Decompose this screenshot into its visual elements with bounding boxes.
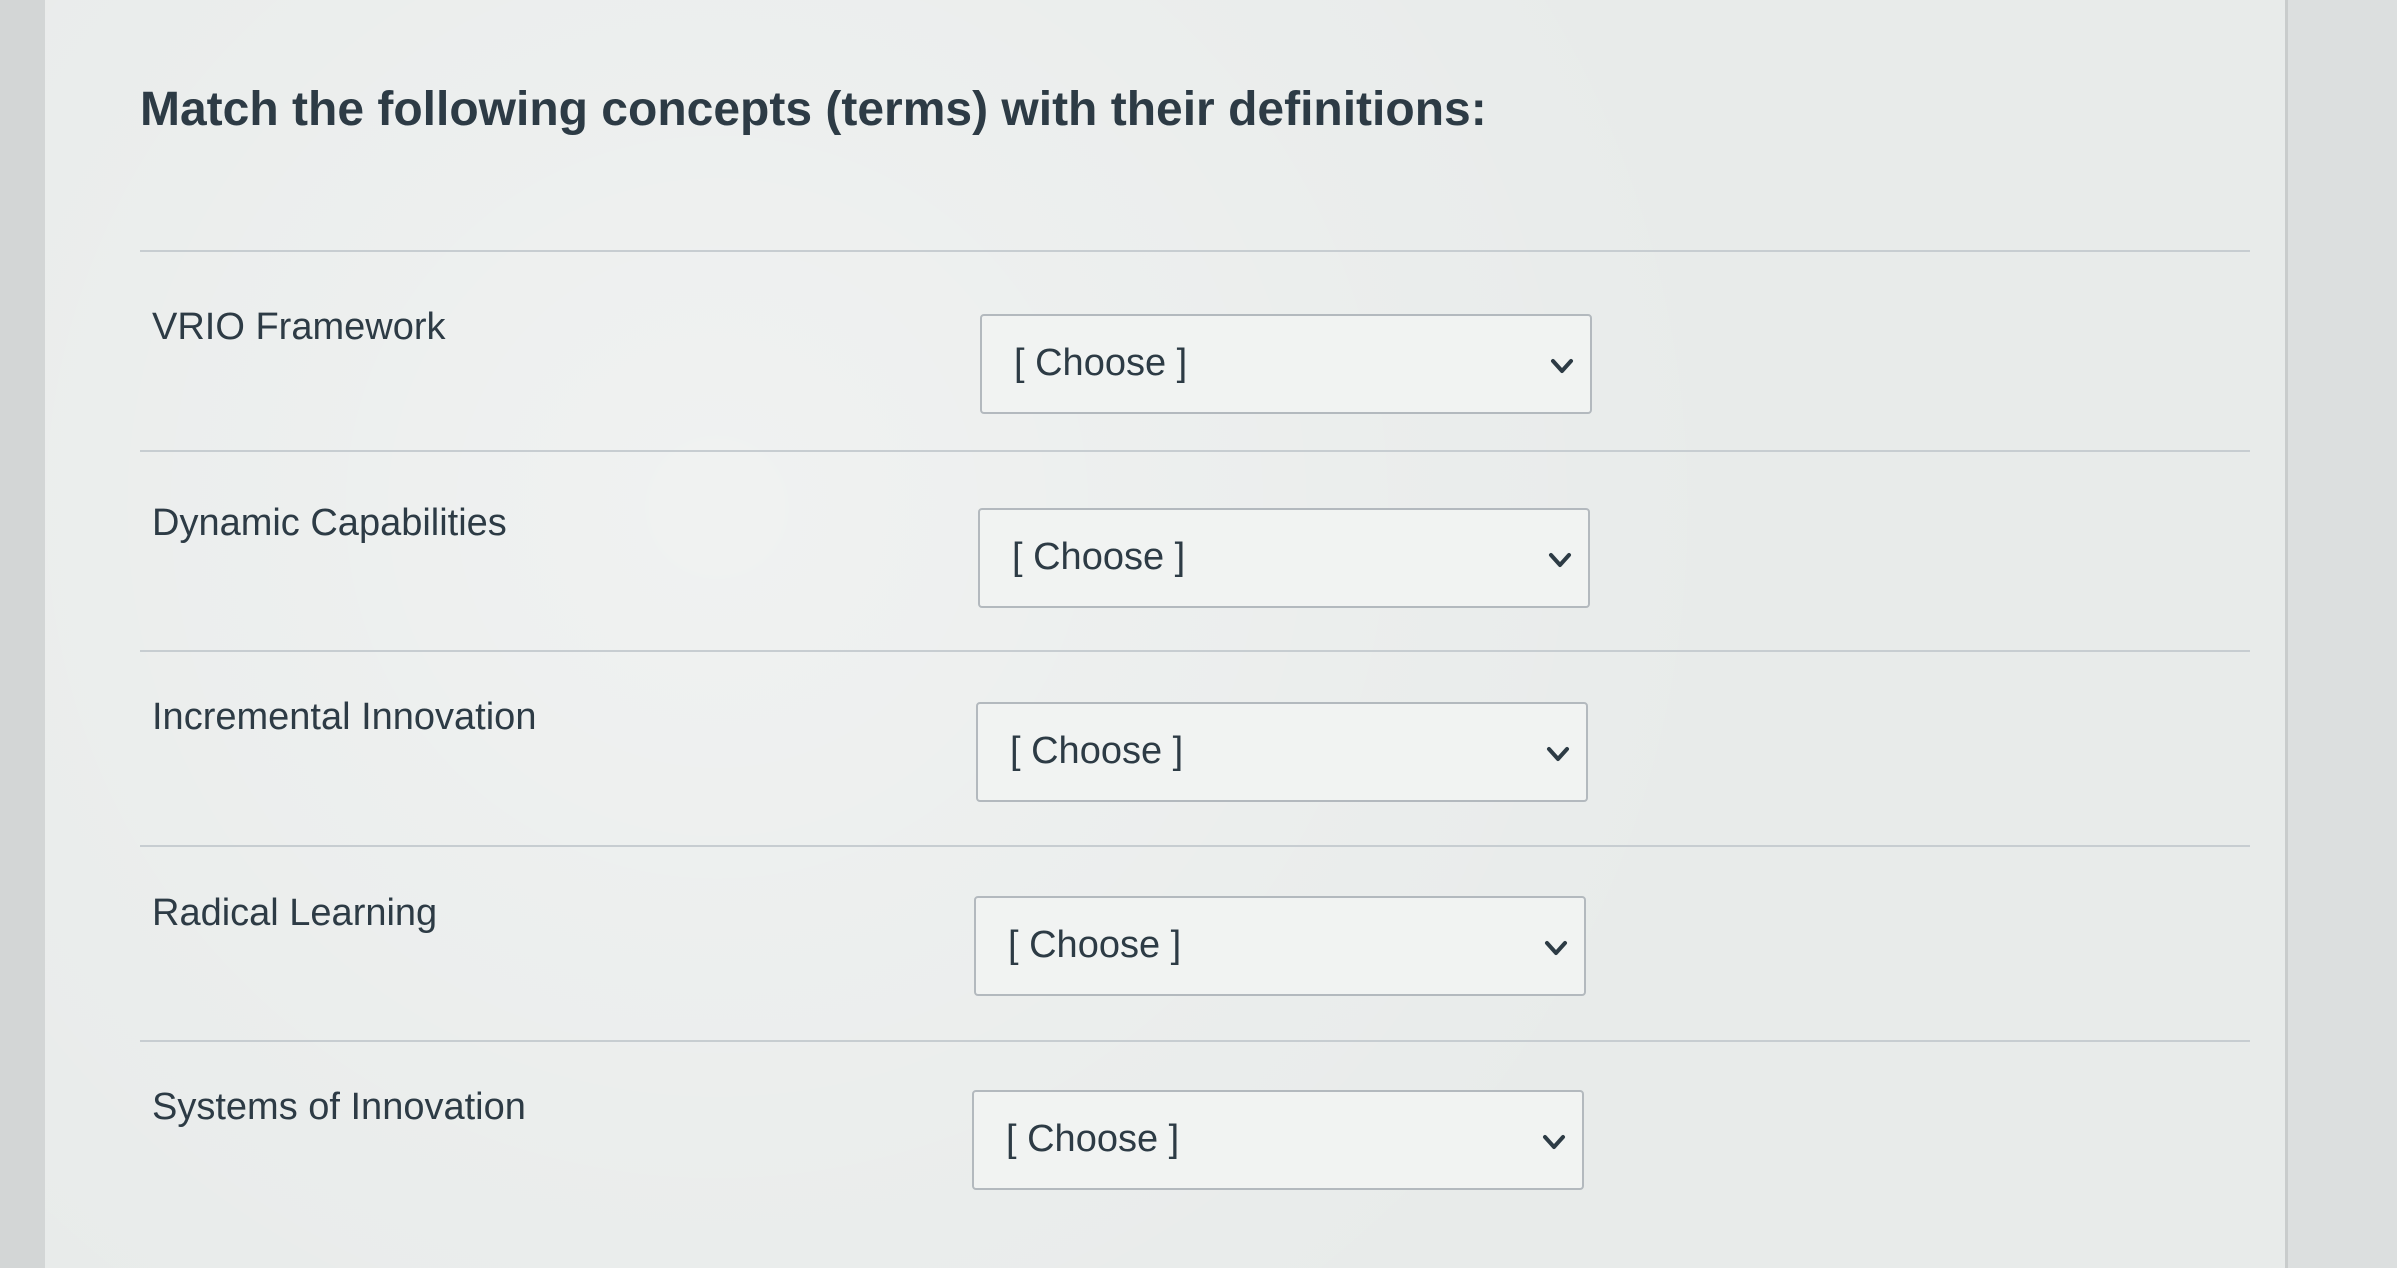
chevron-down-icon xyxy=(1543,1135,1565,1149)
quiz-page xyxy=(45,0,2285,1268)
divider xyxy=(140,450,2250,452)
term-incremental-innovation: Incremental Innovation xyxy=(152,696,537,738)
chevron-down-icon xyxy=(1547,747,1569,761)
divider xyxy=(140,650,2250,652)
select-value: [ Choose ] xyxy=(1008,924,1182,966)
answer-select-incremental-innovation[interactable]: [ Choose ] xyxy=(976,702,1588,802)
chevron-down-icon xyxy=(1549,553,1571,567)
page-edge xyxy=(2285,0,2397,1268)
term-dynamic-capabilities: Dynamic Capabilities xyxy=(152,502,507,544)
divider xyxy=(140,250,2250,252)
answer-select-radical-learning[interactable]: [ Choose ] xyxy=(974,896,1586,996)
term-systems-of-innovation: Systems of Innovation xyxy=(152,1086,526,1128)
answer-select-vrio-framework[interactable]: [ Choose ] xyxy=(980,314,1592,414)
select-value: [ Choose ] xyxy=(1014,342,1188,384)
select-value: [ Choose ] xyxy=(1012,536,1186,578)
answer-select-systems-of-innovation[interactable]: [ Choose ] xyxy=(972,1090,1584,1190)
term-radical-learning: Radical Learning xyxy=(152,892,438,934)
chevron-down-icon xyxy=(1545,941,1567,955)
select-value: [ Choose ] xyxy=(1006,1118,1180,1160)
term-vrio-framework: VRIO Framework xyxy=(152,306,446,348)
answer-select-dynamic-capabilities[interactable]: [ Choose ] xyxy=(978,508,1590,608)
question-title: Match the following concepts (terms) wit… xyxy=(140,83,1487,136)
chevron-down-icon xyxy=(1551,359,1573,373)
divider xyxy=(140,1040,2250,1042)
select-value: [ Choose ] xyxy=(1010,730,1184,772)
divider xyxy=(140,845,2250,847)
